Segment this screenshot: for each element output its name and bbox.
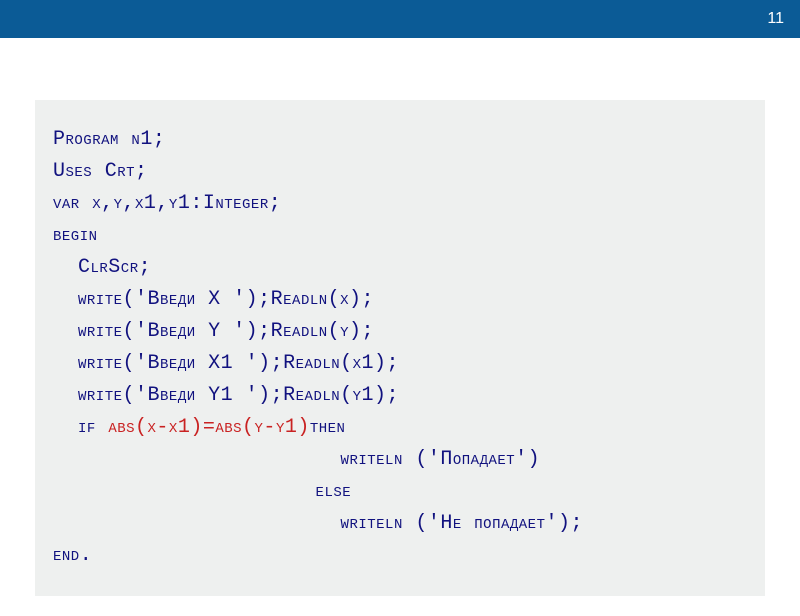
code-line: if abs(x-x1)=abs(y-y1)then [53, 412, 747, 444]
code-line: begin [53, 220, 747, 252]
slide-header: 11 [0, 0, 800, 38]
code-highlight: abs(x-x1)=abs(y-y1) [108, 416, 310, 439]
code-text: if [53, 416, 108, 439]
slide-number: 11 [767, 10, 784, 28]
code-line: Uses Crt; [53, 156, 747, 188]
code-block: Program n1; Uses Crt; var x,y,x1,y1:Inte… [35, 100, 765, 596]
code-line: writeln ('Попадает') [53, 444, 747, 476]
code-line: write('Введи X1 ');Readln(x1); [53, 348, 747, 380]
content-area: Program n1; Uses Crt; var x,y,x1,y1:Inte… [0, 60, 800, 616]
code-line: Program n1; [53, 124, 747, 156]
code-line: var x,y,x1,y1:Integer; [53, 188, 747, 220]
code-line: write('Введи Y ');Readln(y); [53, 316, 747, 348]
code-line: else [53, 476, 747, 508]
code-line: write('Введи X ');Readln(x); [53, 284, 747, 316]
code-text: then [310, 416, 346, 439]
code-line: writeln ('Не попадает'); [53, 508, 747, 540]
header-strip [0, 38, 800, 60]
code-line: end. [53, 540, 747, 572]
code-line: ClrScr; [53, 252, 747, 284]
code-line: write('Введи Y1 ');Readln(y1); [53, 380, 747, 412]
